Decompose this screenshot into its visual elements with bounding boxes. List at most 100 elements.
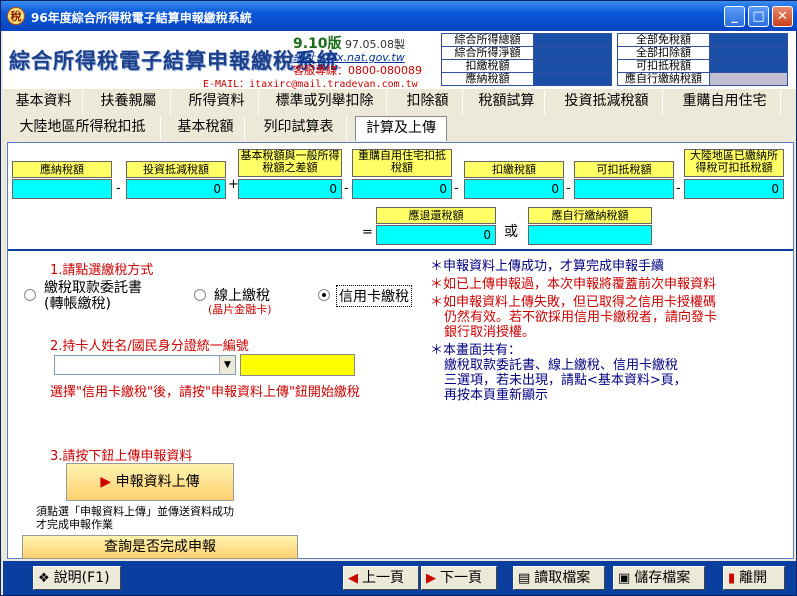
summary-label: 應自行繳納稅額 xyxy=(617,72,710,86)
note-options-4: 再按本頁重新顯示 xyxy=(444,388,549,403)
next-label: 下一頁 xyxy=(440,570,482,586)
tab-row-1: 基本資料 扶養親屬 所得資料 標準或列舉扣除 扣除額 稅額試算 投資抵減稅額 重… xyxy=(3,90,796,115)
summary-table-left: 綜合所得總額 綜合所得淨額 扣繳稅額 應納稅額 xyxy=(441,33,612,86)
equals-sign: = xyxy=(362,225,373,240)
cardholder-select[interactable]: ▼ xyxy=(54,355,236,375)
step1-title: 1.請點選繳稅方式 xyxy=(50,263,154,278)
tab-calc-upload[interactable]: 計算及上傳 xyxy=(355,116,447,141)
tab-basic-tax[interactable]: 基本稅額 xyxy=(167,116,245,141)
bottom-toolbar: ❖ 說明(F1) ◀ 上一頁 ▶ 下一頁 ▤ 讀取檔案 ▣ 儲存檔案 ▮ 離開 xyxy=(3,561,796,595)
arrow-left-icon: ◀ xyxy=(348,571,358,586)
summary-label: 可扣抵稅額 xyxy=(617,59,710,73)
value-self-pay xyxy=(528,225,652,245)
summary-label: 全部扣除額 xyxy=(617,46,710,60)
help-icon: ❖ xyxy=(38,571,50,586)
upload-note: 須點選「申報資料上傳」並傳送資料成功 才完成申報作業 xyxy=(36,505,234,531)
load-file-button[interactable]: ▤ 讀取檔案 xyxy=(513,566,605,590)
document-icon: ▤ xyxy=(518,571,531,586)
note-upload-success: ＊申報資料上傳成功，才算完成申報手續 xyxy=(430,259,665,274)
summary-value-masked xyxy=(533,59,612,73)
contact-email: E-MAIL：itaxirc@mail.tradevan.com.tw xyxy=(203,79,418,90)
label-investment-credit: 投資抵減稅額 xyxy=(126,161,226,178)
note-failure-2: 仍然有效。若不欲採用信用卡繳稅者，請向發卡 xyxy=(444,310,718,325)
minimize-button[interactable]: _ xyxy=(724,6,745,27)
minus-sign: - xyxy=(566,181,571,196)
radio-credit-card[interactable] xyxy=(318,289,330,301)
tab-home-repurchase[interactable]: 重購自用住宅 xyxy=(669,90,781,115)
upload-button-label: 申報資料上傳 xyxy=(115,474,200,490)
radio-debit-authorization[interactable] xyxy=(24,289,36,301)
value-mainland-credit: 0 xyxy=(684,179,784,199)
load-label: 讀取檔案 xyxy=(534,570,591,586)
step2-hint: 選擇"信用卡繳稅"後，請按"申報資料上傳"鈕開始繳稅 xyxy=(50,385,360,400)
next-page-button[interactable]: ▶ 下一頁 xyxy=(421,566,497,590)
value-home-credit: 0 xyxy=(352,179,452,199)
check-completion-button[interactable]: 查詢是否完成申報 xyxy=(22,535,298,559)
summary-value-masked xyxy=(709,72,788,86)
minus-sign: - xyxy=(344,181,349,196)
summary-table-right: 全部免稅額 全部扣除額 可扣抵稅額 應自行繳納稅額 xyxy=(617,33,788,86)
tab-mainland-credit[interactable]: 大陸地區所得稅扣抵 xyxy=(5,116,161,141)
help-label: 說明(F1) xyxy=(53,570,110,586)
tab-income[interactable]: 所得資料 xyxy=(175,90,259,115)
tab-deductions[interactable]: 扣除額 xyxy=(393,90,463,115)
step2-title: 2.持卡人姓名/國民身分證統一編號 xyxy=(50,339,249,354)
upload-button[interactable]: ▶ 申報資料上傳 xyxy=(66,463,234,501)
window-title: 96年度綜合所得稅電子結算申報繳稅系統 xyxy=(31,11,252,25)
radio-online-payment[interactable] xyxy=(194,289,206,301)
tab-basic-data[interactable]: 基本資料 xyxy=(5,90,83,115)
option-debit-sub: (轉帳繳稅) xyxy=(44,296,111,312)
upload-note-line2: 才完成申報作業 xyxy=(36,518,113,531)
system-logo: 綜合所得稅電子結算申報繳稅系統 xyxy=(9,49,339,73)
tab-deduction-type[interactable]: 標準或列舉扣除 xyxy=(263,90,387,115)
option-credit-card: 信用卡繳稅 xyxy=(336,285,412,307)
option-online-sub: (晶片金融卡) xyxy=(208,303,272,316)
label-home-credit: 重購自用住宅扣抵稅額 xyxy=(352,149,452,177)
save-label: 儲存檔案 xyxy=(634,570,691,586)
help-button[interactable]: ❖ 說明(F1) xyxy=(33,566,121,590)
prev-label: 上一頁 xyxy=(362,570,404,586)
note-options-2: 繳稅取款委託書、線上繳稅、信用卡繳稅 xyxy=(444,358,679,373)
step3-title: 3.請按下鈕上傳申報資料 xyxy=(50,449,193,464)
tab-investment-credit[interactable]: 投資抵減稅額 xyxy=(551,90,663,115)
arrow-right-icon: ▶ xyxy=(426,571,436,586)
minus-sign: - xyxy=(454,181,459,196)
note-overwrite: ＊如已上傳申報過，本次申報將覆蓋前次申報資料 xyxy=(430,277,717,292)
note-options-1: ＊本畫面共有： xyxy=(430,343,522,358)
exit-label: 離開 xyxy=(739,570,768,586)
label-refund: 應退還稅額 xyxy=(376,207,496,224)
value-refund: 0 xyxy=(376,225,496,245)
value-creditable-tax xyxy=(574,179,674,199)
value-withholding: 0 xyxy=(464,179,564,199)
header-banner: 綜合所得稅電子結算申報繳稅系統 9.10版 97.05.08製 網址：tax.n… xyxy=(3,31,796,90)
summary-label: 綜合所得淨額 xyxy=(441,46,534,60)
label-mainland-credit: 大陸地區已繳納所得稅可扣抵稅額 xyxy=(684,149,784,177)
tab-print-trial[interactable]: 列印試算表 xyxy=(251,116,347,141)
or-label: 或 xyxy=(504,224,518,240)
tab-row-2: 大陸地區所得稅扣抵 基本稅額 列印試算表 計算及上傳 xyxy=(3,116,796,141)
upload-icon: ▶ xyxy=(100,474,112,490)
prev-page-button[interactable]: ◀ 上一頁 xyxy=(343,566,419,590)
label-creditable-tax: 可扣抵稅額 xyxy=(574,161,674,178)
close-button[interactable]: ✕ xyxy=(772,6,793,27)
tab-dependents[interactable]: 扶養親屬 xyxy=(87,90,171,115)
maximize-button[interactable]: □ xyxy=(748,6,769,27)
id-number-input[interactable] xyxy=(240,354,355,376)
label-basic-tax-diff: 基本稅額與一般所得稅額之差額 xyxy=(238,149,342,177)
label-self-pay: 應自行繳納稅額 xyxy=(528,207,652,224)
summary-label: 綜合所得總額 xyxy=(441,33,534,47)
minus-sign: - xyxy=(116,181,121,196)
note-failure-3: 銀行取消授權。 xyxy=(444,325,536,340)
note-failure-1: ＊如申報資料上傳失敗，但已取得之信用卡授權碼 xyxy=(430,295,717,310)
exit-button[interactable]: ▮ 離開 xyxy=(723,566,785,590)
value-investment-credit: 0 xyxy=(126,179,226,199)
app-window: 稅 96年度綜合所得稅電子結算申報繳稅系統 _ □ ✕ 綜合所得稅電子結算申報繳… xyxy=(0,0,797,596)
save-file-button[interactable]: ▣ 儲存檔案 xyxy=(613,566,705,590)
tab-tax-trial[interactable]: 稅額試算 xyxy=(469,90,545,115)
summary-value-masked xyxy=(533,46,612,60)
exit-icon: ▮ xyxy=(728,571,736,586)
chevron-down-icon[interactable]: ▼ xyxy=(219,356,235,374)
summary-value-masked xyxy=(709,46,788,60)
calculation-area: 應納稅額 - 投資抵減稅額 0 + 基本稅額與一般所得稅額之差額 0 - 重購自… xyxy=(8,143,793,251)
save-icon: ▣ xyxy=(618,571,631,586)
